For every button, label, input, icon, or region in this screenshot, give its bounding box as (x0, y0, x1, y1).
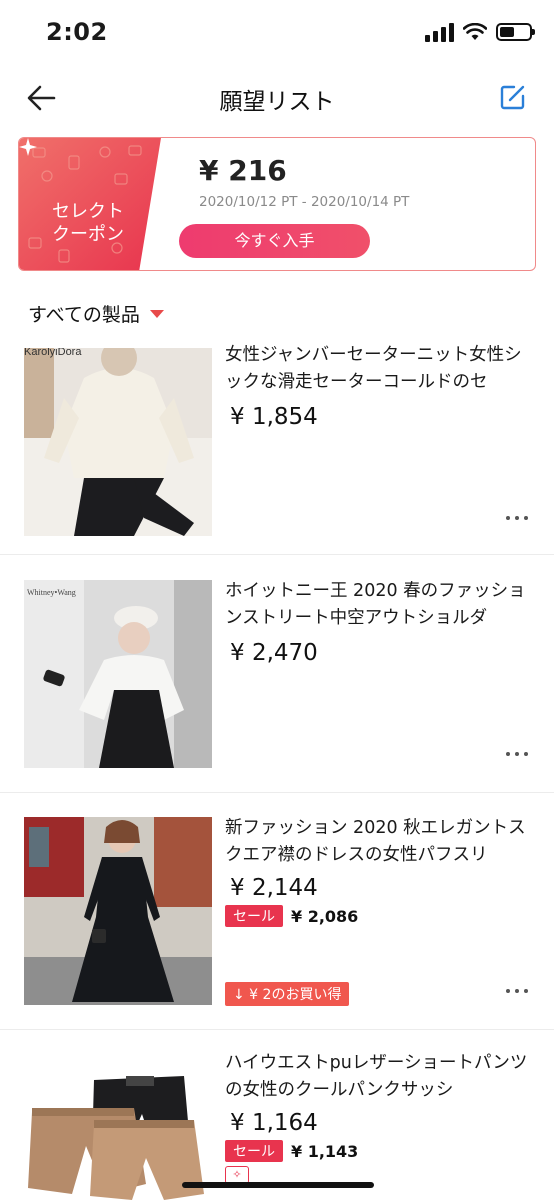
caret-down-icon (149, 309, 164, 318)
product-price: ¥ 2,144 (230, 875, 318, 901)
nav-bar: 願望リスト (0, 66, 554, 130)
product-price: ¥ 1,164 (230, 1110, 318, 1136)
coupon-amount: ¥ 216 (199, 154, 287, 187)
product-photo-sweater (24, 348, 212, 536)
coupon-label-line2: クーポン (52, 224, 124, 245)
coupon-type-label: セレクト クーポン (33, 200, 143, 246)
wifi-icon (463, 23, 487, 40)
status-icons (425, 22, 535, 42)
product-image-brand: Whitney•Wang (27, 588, 76, 597)
signal-icon (425, 22, 454, 42)
product-title[interactable]: 新ファッション 2020 秋エレガントスクエア襟のドレスの女性パフスリ (225, 815, 531, 869)
product-photo-blouse (24, 580, 212, 768)
more-options-button[interactable] (506, 514, 528, 522)
list-item: KarolyiDora 女性ジャンバーセーターニット女性シックな滑走セーターコー… (0, 345, 554, 555)
list-item: ハイウエストpuレザーショートパンツの女性のクールパンクサッシ ¥ 1,164 … (0, 1053, 554, 1200)
product-photo-shorts (24, 1054, 212, 1200)
edit-button[interactable] (498, 82, 528, 112)
edit-icon (500, 85, 525, 110)
product-filter-dropdown[interactable]: すべての製品 (28, 300, 164, 327)
coupon-card: セレクト クーポン ¥ 216 2020/10/12 PT - 2020/10/… (18, 137, 536, 271)
product-title[interactable]: ホイットニー王 2020 春のファッションストリート中空アウトショルダ (225, 578, 531, 632)
get-coupon-button[interactable]: 今すぐ入手 (179, 224, 370, 258)
product-title[interactable]: 女性ジャンバーセーターニット女性シックな滑走セーターコールドのセ (225, 342, 531, 396)
sale-price: ¥ 2,086 (291, 906, 359, 926)
divider (0, 1029, 554, 1030)
saving-badge: ↓ ¥ 2のお買い得 (225, 982, 350, 1006)
product-image[interactable] (24, 1054, 212, 1200)
more-options-button[interactable] (506, 987, 528, 995)
product-image[interactable]: Whitney•Wang (24, 580, 212, 768)
home-indicator (182, 1182, 374, 1188)
coupon-dates: 2020/10/12 PT - 2020/10/14 PT (199, 194, 410, 210)
sale-badge: セール (225, 905, 283, 927)
battery-icon (496, 23, 535, 41)
more-options-button[interactable] (506, 750, 528, 758)
sale-price: ¥ 1,143 (291, 1141, 359, 1161)
product-price: ¥ 1,854 (230, 404, 318, 430)
product-price: ¥ 2,470 (230, 640, 318, 666)
coupon-label-line1: セレクト (52, 201, 124, 222)
page-title: 願望リスト (219, 89, 335, 115)
product-image[interactable] (24, 817, 212, 1005)
status-time: 2:02 (46, 18, 108, 46)
list-item: 新ファッション 2020 秋エレガントスクエア襟のドレスの女性パフスリ ¥ 2,… (0, 815, 554, 1030)
sparkle-icon (19, 138, 37, 156)
list-item: Whitney•Wang ホイットニー王 2020 春のファッションストリート中… (0, 578, 554, 793)
product-photo-dress (24, 817, 212, 1005)
product-title[interactable]: ハイウエストpuレザーショートパンツの女性のクールパンクサッシ (225, 1050, 531, 1104)
divider (0, 554, 554, 555)
coupon-label-panel: セレクト クーポン (19, 138, 184, 270)
product-image-brand: KarolyiDora (24, 348, 82, 358)
status-bar: 2:02 (0, 0, 554, 66)
sale-row: セール ¥ 2,086 (225, 905, 358, 927)
sale-row: セール ¥ 1,143 (225, 1140, 358, 1162)
sale-badge: セール (225, 1140, 283, 1162)
divider (0, 792, 554, 793)
product-image[interactable]: KarolyiDora (24, 348, 212, 536)
filter-label: すべての製品 (28, 304, 140, 326)
